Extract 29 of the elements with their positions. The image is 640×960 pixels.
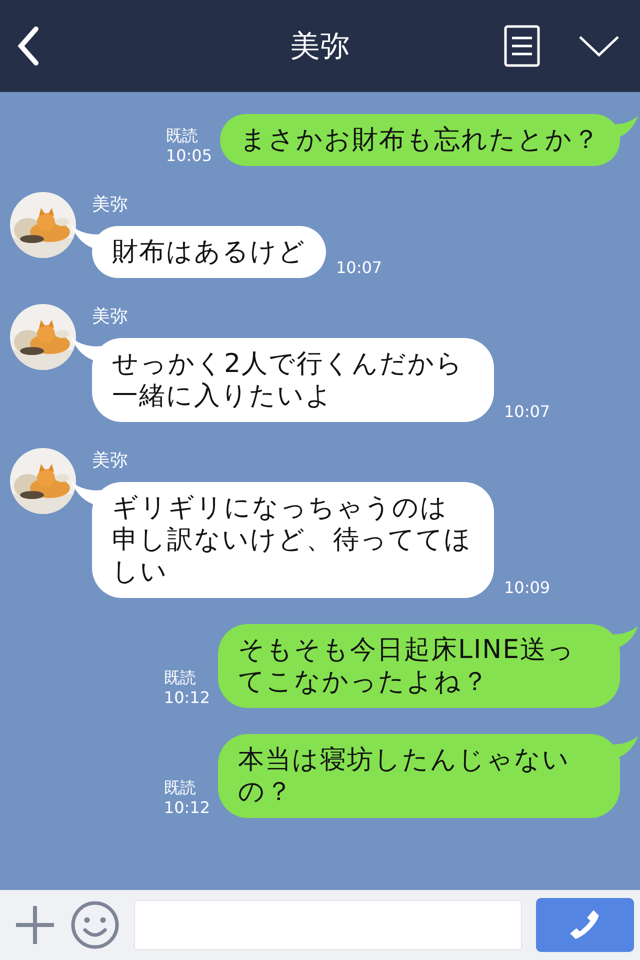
- chat-title: 美弥: [290, 28, 350, 66]
- message-time: 10:09: [504, 578, 550, 598]
- message-time: 10:12: [164, 798, 210, 818]
- sender-name: 美弥: [92, 450, 129, 472]
- message-time: 10:05: [166, 146, 212, 166]
- menu-icon[interactable]: [504, 25, 540, 67]
- message-bubble: まさかお財布も忘れたとか？: [220, 114, 620, 166]
- sender-name: 美弥: [92, 194, 129, 216]
- message-time: 10:07: [336, 258, 382, 278]
- message-input-field[interactable]: [134, 900, 522, 950]
- bubble-tail: [72, 338, 102, 362]
- plus-icon[interactable]: [14, 904, 56, 946]
- sender-name: 美弥: [92, 306, 129, 328]
- bubble-tail: [72, 226, 102, 250]
- bubble-tail: [72, 482, 102, 506]
- message-bubble: せっかく2人で行くんだから一緒に入りたいよ: [92, 338, 494, 422]
- message-time: 10:07: [504, 402, 550, 422]
- chevron-down-icon[interactable]: [578, 34, 620, 58]
- back-icon[interactable]: [16, 26, 40, 66]
- call-button[interactable]: [536, 898, 634, 952]
- read-label: 既読: [166, 126, 198, 146]
- read-label: 既読: [164, 668, 196, 688]
- message-bubble: そもそも今日起床LINE送ってこなかったよね？: [218, 624, 620, 708]
- message-bubble: 財布はあるけど: [92, 226, 326, 278]
- smiley-icon[interactable]: [70, 900, 120, 950]
- message-bubble: ギリギリになっちゃうのは申し訳ないけど、待っててほしい: [92, 482, 494, 598]
- read-label: 既読: [164, 778, 196, 798]
- message-time: 10:12: [164, 688, 210, 708]
- message-bubble: 本当は寝坊したんじゃないの？: [218, 734, 620, 818]
